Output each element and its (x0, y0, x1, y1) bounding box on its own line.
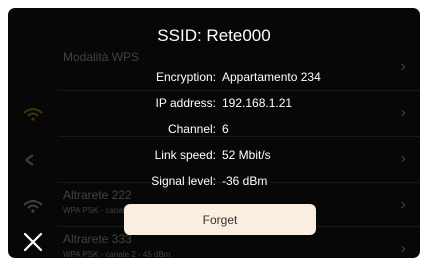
encryption-row: Encryption: Appartamento 234 (8, 70, 420, 90)
ip-address-row: IP address: 192.168.1.21 (8, 96, 420, 116)
ip-address-label: IP address: (155, 96, 216, 110)
signal-level-value: -36 dBm (222, 174, 268, 188)
close-icon[interactable] (20, 229, 46, 255)
device-screen: Modalità WPS › › › Altrarete 222 WPA PSK… (8, 8, 420, 258)
channel-row: Channel: 6 (8, 122, 420, 142)
encryption-value: Appartamento 234 (222, 70, 321, 84)
link-speed-row: Link speed: 52 Mbit/s (8, 148, 420, 168)
ip-address-value: 192.168.1.21 (222, 96, 293, 110)
network-details-dialog: SSID: Rete000 Encryption: Appartamento 2… (8, 8, 420, 258)
signal-level-label: Signal level: (151, 174, 216, 188)
signal-level-row: Signal level: -36 dBm (8, 174, 420, 194)
encryption-label: Encryption: (155, 70, 216, 84)
link-speed-value: 52 Mbit/s (222, 148, 271, 162)
dialog-title: SSID: Rete000 (157, 26, 271, 45)
forget-button[interactable]: Forget (124, 204, 316, 235)
channel-label: Channel: (167, 122, 216, 136)
channel-value: 6 (222, 122, 229, 136)
link-speed-label: Link speed: (154, 148, 216, 162)
